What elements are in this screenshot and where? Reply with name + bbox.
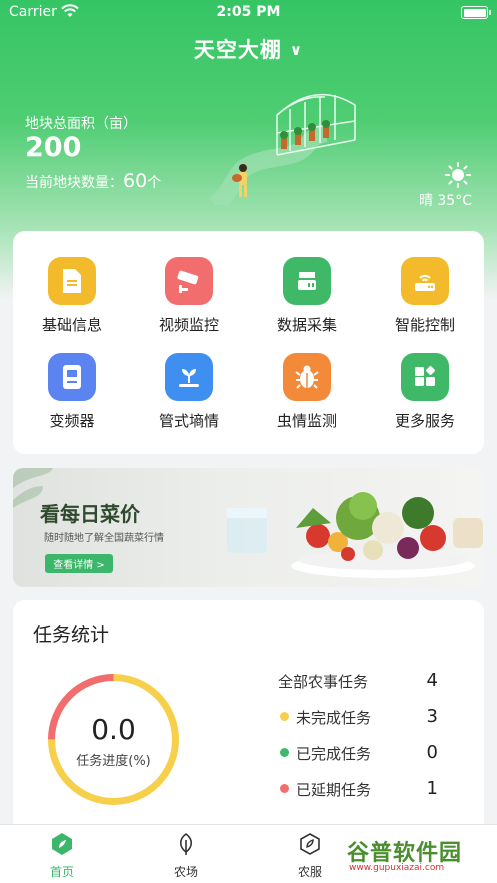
inverter-icon — [48, 353, 96, 401]
tab-label: 农服 — [297, 865, 322, 879]
plot-count-unit: 个 — [147, 175, 162, 191]
camera-icon — [165, 257, 213, 305]
leaf-icon — [179, 833, 193, 855]
tab-home[interactable]: 首页 — [22, 832, 102, 880]
watermark-url: www.gupuxiazai.com — [349, 863, 445, 873]
tab-farm[interactable]: 农场 — [146, 832, 226, 880]
service-label: 虫情监测 — [276, 412, 337, 430]
stat-row-delayed[interactable]: 已延期任务 1 — [278, 778, 438, 800]
clock: 2:05 PM — [216, 4, 281, 20]
plot-count-label: 当前地块数量： — [25, 175, 123, 191]
service-pest-monitor[interactable]: 虫情监测 — [248, 353, 366, 431]
chevron-down-icon: ∨ — [289, 41, 304, 59]
home-icon — [52, 833, 72, 855]
sun-icon — [445, 162, 471, 188]
tab-label: 首页 — [49, 865, 74, 879]
router-icon — [401, 257, 449, 305]
banner-subtitle: 随时随地了解全国蔬菜行情 — [44, 533, 164, 544]
area-value: 200 — [25, 132, 82, 163]
stat-value: 1 — [426, 778, 438, 799]
stat-row-completed[interactable]: 已完成任务 0 — [278, 742, 438, 764]
service-label: 智能控制 — [394, 316, 455, 334]
area-label: 地块总面积（亩） — [25, 116, 137, 132]
status-dot-yellow — [280, 712, 289, 721]
server-icon — [283, 257, 331, 305]
stat-name: 全部农事任务 — [278, 673, 369, 691]
task-stats-title: 任务统计 — [33, 624, 110, 646]
stat-value: 0 — [426, 742, 438, 763]
view-details-button[interactable]: 查看详情 > — [45, 554, 113, 573]
grid-icon — [401, 353, 449, 401]
service-basic-info[interactable]: 基础信息 — [13, 257, 131, 335]
service-video-monitor[interactable]: 视频监控 — [130, 257, 248, 335]
service-inverter[interactable]: 变频器 — [13, 353, 131, 431]
stat-name: 已完成任务 — [296, 745, 372, 763]
plot-count-value: 60 — [123, 170, 148, 192]
stat-row-incomplete[interactable]: 未完成任务 3 — [278, 706, 438, 728]
service-label: 更多服务 — [394, 412, 455, 430]
status-dot-green — [280, 748, 289, 757]
vegetable-price-banner[interactable]: 看每日菜价 随时随地了解全国蔬菜行情 查看详情 > — [13, 468, 484, 587]
service-smart-control[interactable]: 智能控制 — [366, 257, 484, 335]
services-grid: 基础信息 视频监控 数据采集 智能控制 变频器 管式墒情 虫情监测 更多服务 — [13, 231, 484, 454]
farm-selector[interactable]: 天空大棚 ∨ — [0, 34, 497, 64]
service-label: 基础信息 — [41, 316, 102, 334]
plot-count: 当前地块数量：60个 — [25, 170, 161, 192]
task-stats-card: 任务统计 0.0 任务进度(%) 全部农事任务 4 未完成任务 3 已完成任务 … — [13, 600, 484, 840]
service-label: 管式墒情 — [158, 412, 219, 430]
farm-name: 天空大棚 — [193, 38, 282, 62]
service-data-collection[interactable]: 数据采集 — [248, 257, 366, 335]
greenhouse-illustration — [208, 93, 356, 205]
stat-value: 4 — [426, 670, 438, 691]
stat-row-all[interactable]: 全部农事任务 4 — [278, 670, 438, 692]
stat-name: 未完成任务 — [296, 709, 372, 727]
service-icon — [300, 833, 320, 855]
stat-value: 3 — [426, 706, 438, 727]
sprout-icon — [165, 353, 213, 401]
banner-title: 看每日菜价 — [40, 502, 140, 526]
site-watermark: 谷普软件园 www.gupuxiazai.com — [343, 833, 495, 875]
task-progress-value: 0.0 — [91, 713, 136, 746]
battery-icon — [461, 6, 491, 19]
service-label: 视频监控 — [158, 316, 219, 334]
tab-services[interactable]: 农服 — [270, 832, 350, 880]
weather-text: 晴 35°C — [418, 193, 472, 209]
status-dot-red — [280, 784, 289, 793]
task-progress-label: 任务进度(%) — [76, 754, 151, 769]
service-label: 数据采集 — [276, 316, 337, 334]
stat-name: 已延期任务 — [296, 781, 372, 799]
service-label: 变频器 — [49, 412, 95, 430]
service-soil-moisture[interactable]: 管式墒情 — [130, 353, 248, 431]
document-icon — [48, 257, 96, 305]
status-bar: Carrier 2:05 PM — [0, 0, 497, 26]
service-more[interactable]: 更多服务 — [366, 353, 484, 431]
bug-icon — [283, 353, 331, 401]
tab-label: 农场 — [173, 865, 198, 879]
